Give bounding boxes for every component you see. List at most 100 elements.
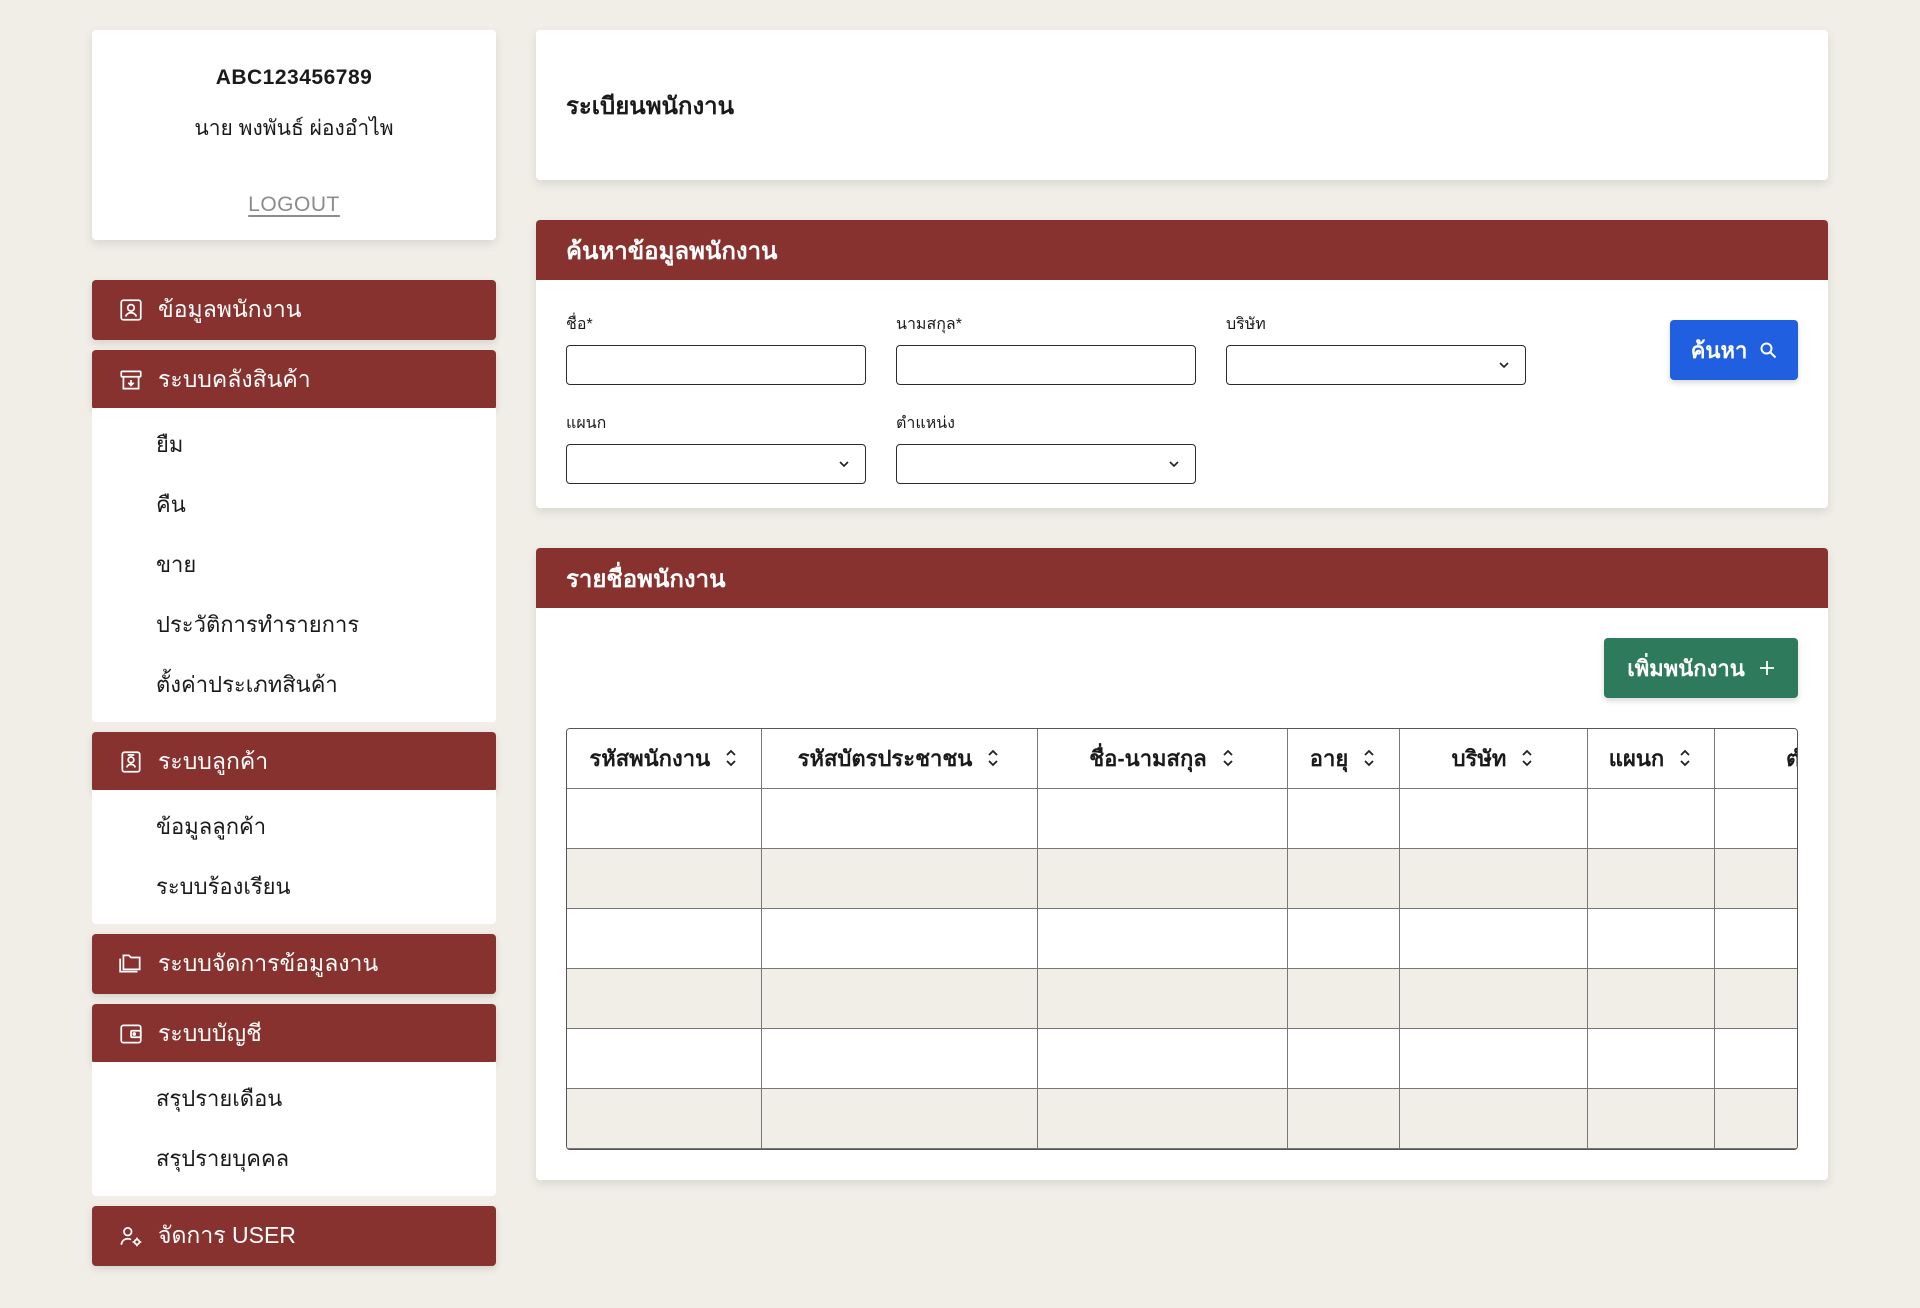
nav-items-customer: ข้อมูลลูกค้า ระบบร้องเรียน: [92, 790, 496, 924]
main-content: ระเบียนพนักงาน ค้นหาข้อมูลพนักงาน ชื่อ* …: [536, 30, 1828, 1180]
table-cell: [1714, 968, 1797, 1029]
chevron-down-icon: [1169, 461, 1179, 468]
table-cell: [1714, 788, 1797, 849]
table-row[interactable]: [567, 968, 1797, 1029]
table-cell: [1399, 788, 1588, 849]
column-header-department[interactable]: แผนก: [1587, 729, 1715, 789]
table-cell: [1037, 908, 1288, 969]
nav-items-accounting: สรุปรายเดือน สรุปรายบุคคล: [92, 1062, 496, 1196]
position-select[interactable]: [896, 444, 1196, 484]
nav-items-inventory: ยืม คืน ขาย ประวัติการทำรายการ ตั้งค่าปร…: [92, 408, 496, 722]
add-employee-button[interactable]: เพิ่มพนักงาน: [1604, 638, 1798, 698]
nav-header-work-data[interactable]: ระบบจัดการข้อมูลงาน: [92, 934, 496, 994]
search-panel-title: ค้นหาข้อมูลพนักงาน: [536, 220, 1828, 280]
nav-group-employee: ข้อมูลพนักงาน: [92, 280, 496, 340]
table-cell: [761, 968, 1038, 1029]
employee-badge-icon: [120, 299, 142, 321]
column-header-employee-id[interactable]: รหัสพนักงาน: [567, 729, 762, 789]
nav-item-monthly-summary[interactable]: สรุปรายเดือน: [92, 1068, 496, 1128]
table-cell: [1587, 848, 1715, 909]
table-cell: [761, 1028, 1038, 1089]
nav-header-users[interactable]: จัดการ USER: [92, 1206, 496, 1266]
nav-header-label: ระบบคลังสินค้า: [158, 366, 311, 392]
table-cell: [1714, 1028, 1797, 1089]
nav-header-customer[interactable]: ระบบลูกค้า: [92, 732, 496, 792]
company-select[interactable]: [1226, 345, 1526, 385]
table-cell: [1037, 1028, 1288, 1089]
page-title: ระเบียนพนักงาน: [566, 92, 735, 120]
nav-item-person-summary[interactable]: สรุปรายบุคคล: [92, 1128, 496, 1188]
column-header-label: บริษัท: [1451, 745, 1507, 771]
employee-table: รหัสพนักงาน รหัสบัตรประชาชน ชื่อ-นามสกุล อา…: [567, 729, 1797, 1149]
column-header-company[interactable]: บริษัท: [1399, 729, 1588, 789]
department-label: แผนก: [566, 415, 607, 432]
table-cell: [1587, 968, 1715, 1029]
column-header-label: รหัสบัตรประชาชน: [797, 745, 973, 771]
first-name-input[interactable]: [566, 345, 866, 385]
column-header-label: รหัสพนักงาน: [589, 745, 711, 771]
nav-item-customer-info[interactable]: ข้อมูลลูกค้า: [92, 796, 496, 856]
column-header-content: ตำแหน่ง: [1786, 741, 1797, 776]
table-cell: [1399, 908, 1588, 969]
nav-item-complaints[interactable]: ระบบร้องเรียน: [92, 856, 496, 916]
nav-header-accounting[interactable]: ระบบบัญชี: [92, 1004, 496, 1064]
plus-icon: [1759, 661, 1774, 675]
archive-box-icon: [120, 370, 142, 390]
sidebar-nav: ข้อมูลพนักงาน ระบบคลังสินค้า ยืม คืน ขาย…: [92, 280, 496, 1266]
table-cell: [1714, 848, 1797, 909]
column-header-label: อายุ: [1309, 745, 1349, 771]
search-button-label: ค้นหา: [1690, 337, 1748, 363]
table-cell: [1399, 968, 1588, 1029]
table-cell: [1399, 1088, 1588, 1149]
table-cell: [1287, 788, 1400, 849]
department-select[interactable]: [566, 444, 866, 484]
position-label: ตำแหน่ง: [896, 415, 955, 432]
table-row[interactable]: [567, 1028, 1797, 1089]
last-name-label: นามสกุล*: [896, 316, 962, 333]
nav-item-sell[interactable]: ขาย: [92, 534, 496, 594]
user-settings-icon: [120, 1227, 142, 1247]
column-header-content: รหัสบัตรประชาชน: [798, 741, 1001, 776]
table-cell: [567, 908, 762, 969]
column-header-position[interactable]: ตำแหน่ง: [1714, 729, 1797, 789]
column-header-label: ตำแหน่ง: [1786, 741, 1797, 776]
column-header-content: บริษัท: [1452, 741, 1535, 776]
column-header-content: รหัสพนักงาน: [589, 741, 738, 776]
column-header-age[interactable]: อายุ: [1287, 729, 1400, 789]
nav-item-product-types[interactable]: ตั้งค่าประเภทสินค้า: [92, 654, 496, 714]
employee-table-scroll[interactable]: รหัสพนักงาน รหัสบัตรประชาชน ชื่อ-นามสกุล อา…: [566, 728, 1798, 1150]
table-row[interactable]: [567, 848, 1797, 909]
add-employee-button-label: เพิ่มพนักงาน: [1627, 655, 1745, 681]
nav-item-return[interactable]: คืน: [92, 474, 496, 534]
chevron-down-icon: [1499, 362, 1509, 369]
table-cell: [567, 788, 762, 849]
search-form: ชื่อ* นามสกุล* บริษัท แผนก ตำแหน่ง ค้นหา: [536, 280, 1828, 508]
user-code: ABC123456789: [215, 66, 373, 89]
search-panel: ค้นหาข้อมูลพนักงาน ชื่อ* นามสกุล* บริษัท…: [536, 220, 1828, 508]
search-button[interactable]: ค้นหา: [1670, 320, 1798, 380]
column-header-full-name[interactable]: ชื่อ-นามสกุล: [1037, 729, 1288, 789]
logout-link[interactable]: LOGOUT: [248, 193, 340, 217]
table-cell: [1399, 1028, 1588, 1089]
table-cell: [1037, 968, 1288, 1029]
column-header-content: ชื่อ-นามสกุล: [1089, 741, 1235, 776]
sort-icon: [1364, 749, 1374, 767]
table-cell: [567, 968, 762, 1029]
last-name-input[interactable]: [896, 345, 1196, 385]
folders-icon: [119, 954, 141, 973]
last-name-field: นามสกุล*: [896, 312, 1196, 385]
table-cell: [567, 848, 762, 909]
nav-header-inventory[interactable]: ระบบคลังสินค้า: [92, 350, 496, 410]
nav-item-borrow[interactable]: ยืม: [92, 414, 496, 474]
table-cell: [1037, 1088, 1288, 1149]
nav-header-employee[interactable]: ข้อมูลพนักงาน: [92, 280, 496, 340]
sort-icon: [1223, 749, 1233, 767]
chevron-down-icon: [839, 461, 849, 468]
nav-item-history[interactable]: ประวัติการทำรายการ: [92, 594, 496, 654]
table-cell: [761, 908, 1038, 969]
column-header-national-id[interactable]: รหัสบัตรประชาชน: [761, 729, 1038, 789]
table-row[interactable]: [567, 1088, 1797, 1149]
table-row[interactable]: [567, 908, 1797, 969]
table-cell: [1587, 1028, 1715, 1089]
table-row[interactable]: [567, 788, 1797, 849]
